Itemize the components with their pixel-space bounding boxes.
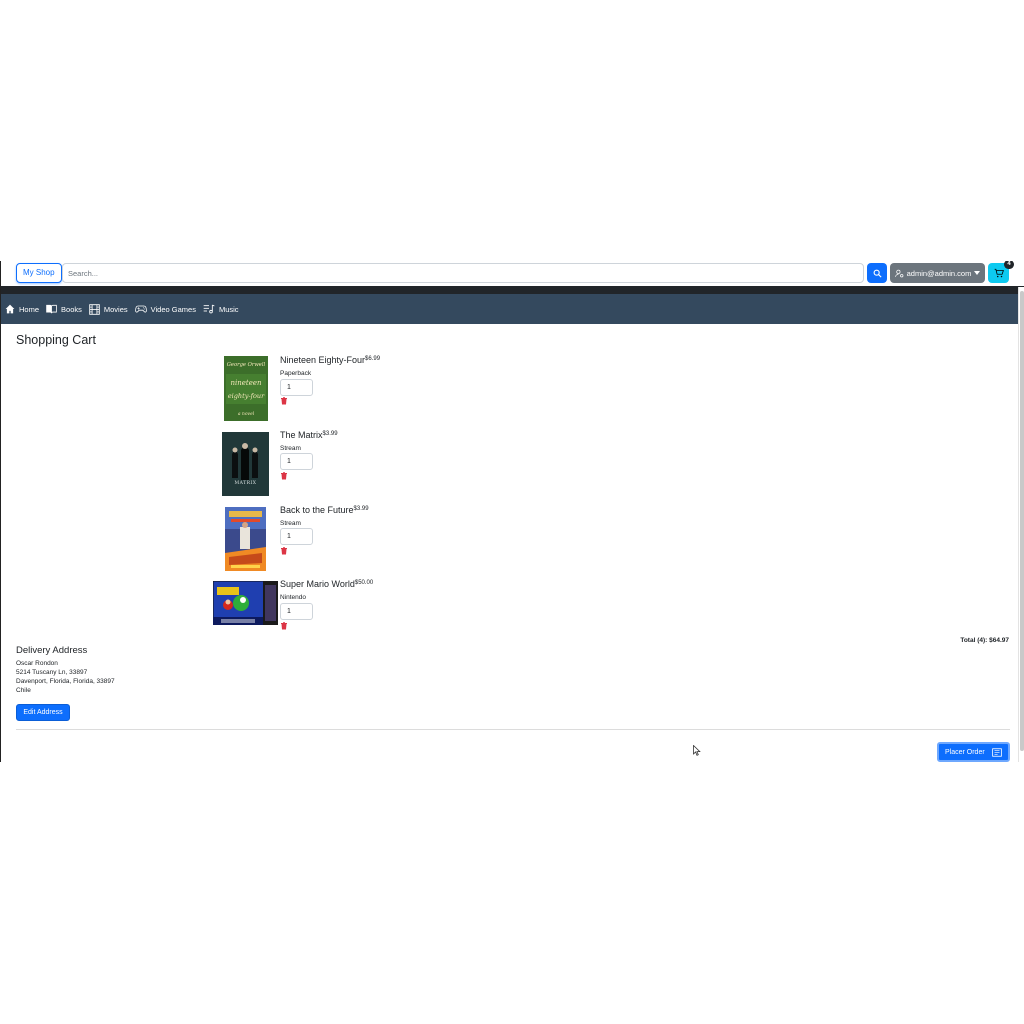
nav-item-label: Video Games	[150, 304, 196, 314]
trash-icon[interactable]	[280, 472, 288, 480]
trash-icon[interactable]	[280, 397, 288, 405]
item-price: $3.99	[353, 506, 369, 512]
scrollbar-thumb[interactable]	[1020, 291, 1024, 751]
nav-item-label: Home	[19, 304, 40, 314]
nav-item-music[interactable]: Music	[203, 304, 239, 314]
brand-logo-button[interactable]: My Shop	[16, 263, 62, 283]
item-format: Stream	[280, 445, 301, 452]
nav-item-movies[interactable]: Movies	[89, 303, 128, 315]
quantity-input[interactable]: 1	[280, 603, 313, 620]
cover-author: George Orwell	[227, 362, 266, 368]
item-name[interactable]: The Matrix$3.99	[280, 430, 338, 440]
book-icon	[46, 304, 57, 314]
app-window: My Shop admin@admin.com 4 Home Books Mov…	[0, 261, 1024, 762]
cart-total: Total (4): $64.97	[960, 637, 1009, 644]
item-format: Stream	[280, 520, 301, 527]
user-gear-icon	[894, 269, 903, 277]
mouse-cursor-icon	[693, 745, 701, 756]
item-price: $3.99	[322, 431, 338, 437]
gamepad-icon	[134, 305, 147, 313]
item-title[interactable]: Back to the Future	[280, 505, 354, 515]
page-title: Shopping Cart	[16, 333, 96, 347]
nav-divider	[1, 286, 1024, 294]
user-menu-button[interactable]: admin@admin.com	[890, 263, 985, 283]
cover-title: MATRIX	[235, 480, 257, 486]
item-format: Nintendo	[280, 594, 307, 601]
cover-title-1: nineteen	[230, 379, 261, 387]
caret-down-icon	[974, 271, 981, 275]
place-order-label: Placer Order	[945, 748, 985, 756]
nav-item-video-games[interactable]: Video Games	[134, 304, 196, 314]
place-order-button[interactable]: Placer Order	[937, 742, 1010, 762]
trash-icon[interactable]	[280, 622, 288, 630]
search-button[interactable]	[867, 263, 887, 283]
item-format: Paperback	[280, 370, 312, 377]
search-icon	[873, 269, 882, 278]
item-price: $6.99	[365, 356, 381, 362]
quantity-input[interactable]: 1	[280, 379, 313, 396]
address-line: Davenport, Florida, Florida, 33897	[16, 678, 115, 685]
product-image-super-mario-world[interactable]	[213, 581, 278, 625]
quantity-input[interactable]: 1	[280, 453, 313, 470]
divider	[16, 729, 1010, 730]
delivery-address-title: Delivery Address	[16, 645, 88, 656]
product-image-matrix[interactable]: MATRIX	[222, 432, 269, 496]
cart-icon	[994, 268, 1004, 278]
item-title[interactable]: Nineteen Eighty-Four	[280, 355, 365, 365]
category-navbar: Home Books Movies Video Games Music	[1, 294, 1024, 324]
address-line: Oscar Rondon	[16, 660, 58, 667]
film-icon	[89, 303, 100, 315]
user-email: admin@admin.com	[906, 268, 972, 278]
nav-item-label: Movies	[103, 304, 128, 314]
cover-subtitle: a novel	[238, 411, 255, 417]
product-image-1984[interactable]: George Orwell nineteen eighty-four a nov…	[224, 356, 268, 421]
cart-count-badge: 4	[1004, 261, 1014, 269]
cover-title-2: eighty-four	[228, 392, 265, 400]
receipt-icon	[991, 747, 1002, 757]
trash-icon[interactable]	[280, 547, 288, 555]
item-title[interactable]: Super Mario World	[280, 579, 355, 589]
item-name[interactable]: Nineteen Eighty-Four$6.99	[280, 355, 380, 365]
search-input[interactable]	[62, 263, 864, 283]
item-name[interactable]: Super Mario World$50.00	[280, 579, 373, 589]
nav-item-label: Books	[61, 304, 82, 314]
item-title[interactable]: The Matrix	[280, 430, 323, 440]
vertical-scrollbar[interactable]	[1018, 287, 1024, 762]
quantity-input[interactable]: 1	[280, 528, 313, 545]
item-name[interactable]: Back to the Future$3.99	[280, 505, 369, 515]
edit-address-button[interactable]: Edit Address	[16, 704, 70, 721]
top-bar: My Shop admin@admin.com 4	[1, 261, 1024, 286]
nav-item-home[interactable]: Home	[5, 304, 39, 314]
item-price: $50.00	[354, 580, 374, 586]
address-line: 5214 Tuscany Ln, 33897	[16, 669, 88, 676]
product-image-back-to-the-future[interactable]	[225, 507, 266, 571]
nav-item-books[interactable]: Books	[46, 304, 82, 314]
home-icon	[5, 304, 15, 314]
address-line: Chile	[16, 687, 31, 694]
nav-item-label: Music	[218, 304, 239, 314]
music-icon	[203, 304, 215, 314]
